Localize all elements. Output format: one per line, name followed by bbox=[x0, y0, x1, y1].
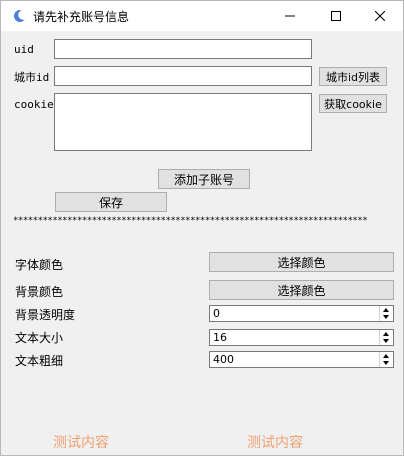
text-size-label: 文本大小 bbox=[15, 331, 64, 345]
uid-input[interactable] bbox=[54, 39, 312, 59]
city-id-label: 城市id bbox=[14, 71, 50, 84]
bg-opacity-spinbox[interactable]: 0 bbox=[209, 305, 394, 322]
window-title: 请先补充账号信息 bbox=[33, 10, 130, 24]
text-size-spinbox[interactable]: 16 bbox=[209, 329, 394, 346]
spin-down-icon[interactable] bbox=[383, 315, 389, 319]
text-weight-label: 文本粗细 bbox=[15, 354, 64, 368]
city-id-input[interactable] bbox=[54, 66, 312, 86]
title-bar[interactable]: 请先补充账号信息 bbox=[1, 1, 403, 31]
bg-color-label: 背景颜色 bbox=[15, 285, 64, 299]
spin-down-icon[interactable] bbox=[383, 361, 389, 365]
preview-text-right: 测试内容 bbox=[247, 435, 303, 451]
close-icon bbox=[375, 11, 385, 21]
spin-up-icon[interactable] bbox=[383, 332, 389, 336]
spin-up-icon[interactable] bbox=[383, 308, 389, 312]
spin-down-icon[interactable] bbox=[383, 339, 389, 343]
bg-opacity-label: 背景透明度 bbox=[15, 308, 76, 322]
separator-line: ****************************************… bbox=[13, 216, 368, 226]
text-weight-value: 400 bbox=[213, 353, 234, 366]
maximize-icon bbox=[331, 11, 341, 21]
text-size-stepper[interactable] bbox=[379, 330, 393, 345]
get-cookie-button[interactable]: 获取cookie bbox=[319, 94, 387, 113]
text-weight-spinbox[interactable]: 400 bbox=[209, 351, 394, 368]
cookie-label: cookie bbox=[14, 98, 54, 111]
text-size-value: 16 bbox=[213, 331, 227, 344]
spin-up-icon[interactable] bbox=[383, 354, 389, 358]
minimize-button[interactable] bbox=[267, 1, 313, 31]
save-button[interactable]: 保存 bbox=[55, 192, 167, 212]
text-weight-stepper[interactable] bbox=[379, 352, 393, 367]
bg-opacity-value: 0 bbox=[213, 307, 220, 320]
city-id-list-button[interactable]: 城市id列表 bbox=[319, 67, 387, 86]
font-color-button[interactable]: 选择颜色 bbox=[209, 252, 394, 272]
uid-label: uid bbox=[14, 43, 34, 56]
bg-opacity-stepper[interactable] bbox=[379, 306, 393, 321]
maximize-button[interactable] bbox=[313, 1, 359, 31]
font-color-label: 字体颜色 bbox=[15, 258, 64, 272]
minimize-icon bbox=[285, 15, 295, 17]
preview-text-left: 测试内容 bbox=[53, 435, 109, 451]
cookie-textarea[interactable] bbox=[54, 93, 312, 151]
add-sub-account-button[interactable]: 添加子账号 bbox=[158, 169, 250, 189]
bg-color-button[interactable]: 选择颜色 bbox=[209, 280, 394, 300]
app-logo-icon bbox=[11, 8, 27, 24]
dialog-window: 请先补充账号信息 uid 城市id 城市id列表 cookie 获取cookie… bbox=[0, 0, 404, 456]
close-button[interactable] bbox=[357, 1, 403, 31]
